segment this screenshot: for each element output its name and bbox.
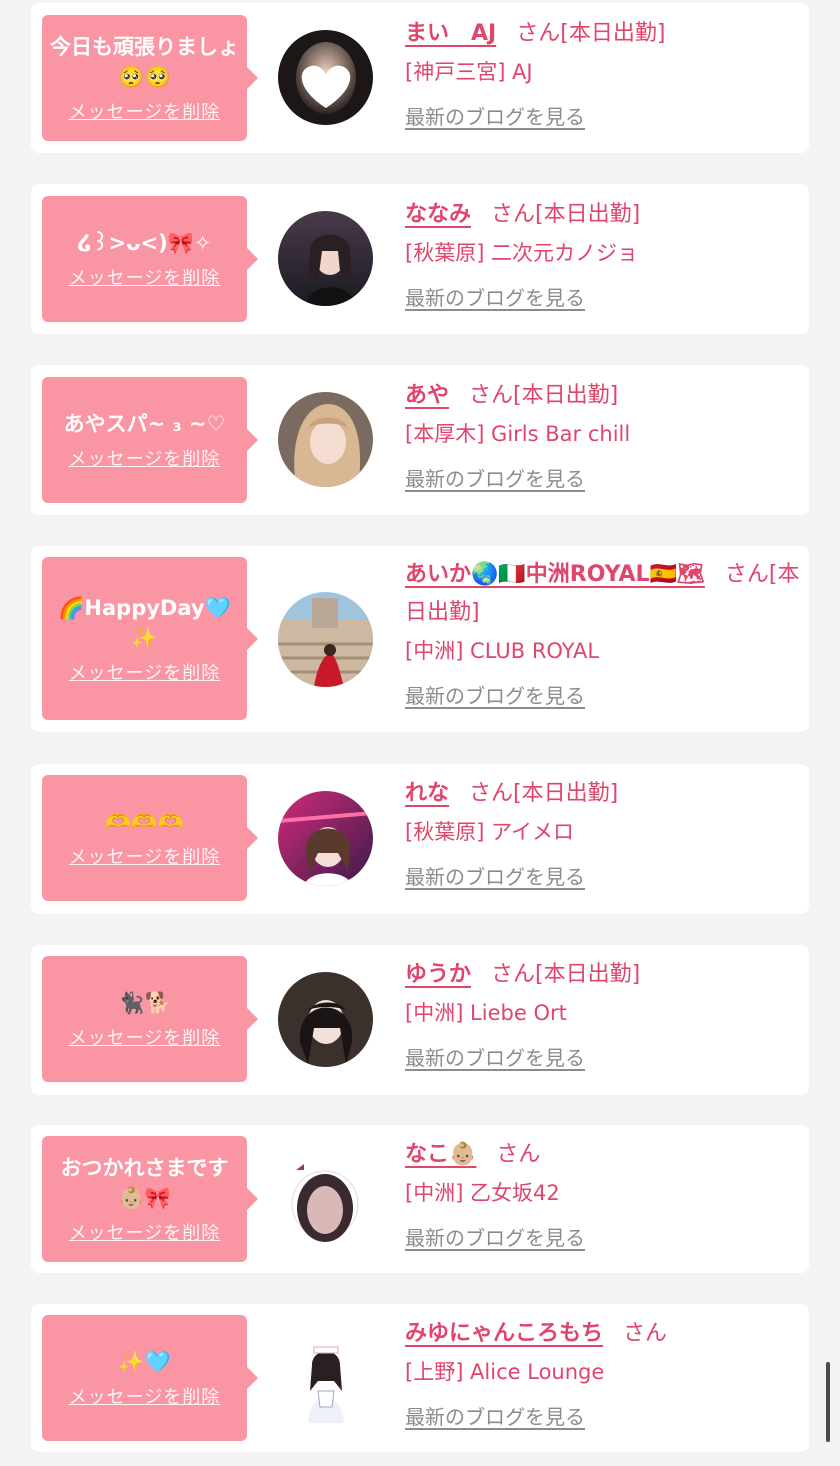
- message-bubble: あやスパ~ ₃ ~♡ メッセージを削除: [42, 377, 258, 503]
- message-bubble: 🫶🫶🫶 メッセージを削除: [42, 775, 258, 901]
- attendance-status: [本日出勤]: [535, 202, 641, 227]
- sender-info: ななみ さん[本日出勤] [秋葉原] 二次元カノジョ 最新のブログを見る: [405, 196, 800, 311]
- shop-name: [上野] Alice Lounge: [405, 1360, 605, 1384]
- honorific: さん: [724, 562, 769, 587]
- message-text: おつかれさまです👶🏼🎀: [60, 1156, 229, 1210]
- sender-name-link[interactable]: みゆにゃんころもち: [405, 1321, 603, 1346]
- message-bubble: おつかれさまです👶🏼🎀 メッセージを削除: [42, 1136, 258, 1262]
- message-card: ໒꒱>ᴗ<)🎀✧ メッセージを削除 ななみ さん[本日出勤] [秋葉原] 二次元カ…: [31, 184, 809, 334]
- message-bubble: 🐈‍⬛🐕 メッセージを削除: [42, 956, 258, 1082]
- honorific: さん: [496, 1142, 541, 1167]
- avatar[interactable]: [278, 211, 373, 306]
- sender-name-link[interactable]: ゆうか: [405, 962, 471, 987]
- sender-name-link[interactable]: あや: [405, 383, 449, 408]
- message-bubble: 🌈HappyDay🩵✨ メッセージを削除: [42, 557, 258, 720]
- shop-name: [本厚木] Girls Bar chill: [405, 422, 631, 446]
- message-bubble: ໒꒱>ᴗ<)🎀✧ メッセージを削除: [42, 196, 258, 322]
- delete-message-button[interactable]: メッセージを削除: [69, 843, 221, 869]
- sender-name-link[interactable]: れな: [405, 781, 449, 806]
- delete-message-button[interactable]: メッセージを削除: [69, 1024, 221, 1050]
- attendance-status: [本日出勤]: [535, 962, 641, 987]
- message-card: 🌈HappyDay🩵✨ メッセージを削除 あいか🌏🇮🇹中洲ROYAL🇪🇸🗺 さん […: [31, 546, 809, 732]
- delete-message-button[interactable]: メッセージを削除: [69, 264, 221, 290]
- sender-name-link[interactable]: なこ👶🏼: [405, 1142, 476, 1167]
- latest-blog-link[interactable]: 最新のブログを見る: [405, 1042, 585, 1071]
- honorific: さん: [469, 781, 514, 806]
- message-text: 🐈‍⬛🐕: [118, 991, 171, 1015]
- message-bubble: ✨🩵 メッセージを削除: [42, 1315, 258, 1441]
- latest-blog-link[interactable]: 最新のブログを見る: [405, 463, 585, 492]
- message-card: 🐈‍⬛🐕 メッセージを削除 ゆうか さん[本日出勤] [中洲] Liebe Ort…: [31, 945, 809, 1095]
- avatar[interactable]: [278, 972, 373, 1067]
- delete-message-button[interactable]: メッセージを削除: [69, 1383, 221, 1409]
- message-card: 今日も頑張りましょ🥺🥺 メッセージを削除 まい AJ さん[本日出勤] [神戸三宮…: [31, 3, 809, 153]
- sender-info: あいか🌏🇮🇹中洲ROYAL🇪🇸🗺 さん[本日出勤] [中洲] CLUB ROYAL…: [405, 556, 800, 709]
- shop-name: [秋葉原] アイメロ: [405, 820, 575, 844]
- sender-info: まい AJ さん[本日出勤] [神戸三宮] AJ 最新のブログを見る: [405, 15, 800, 130]
- avatar[interactable]: [278, 1152, 373, 1247]
- shop-name: [中洲] 乙女坂42: [405, 1181, 560, 1205]
- avatar[interactable]: [278, 392, 373, 487]
- avatar[interactable]: [278, 791, 373, 886]
- attendance-status: [本日出勤]: [513, 781, 619, 806]
- latest-blog-link[interactable]: 最新のブログを見る: [405, 680, 585, 709]
- honorific: さん: [491, 962, 536, 987]
- sender-info: あや さん[本日出勤] [本厚木] Girls Bar chill 最新のブログを…: [405, 377, 800, 492]
- message-text: 🫶🫶🫶: [105, 810, 184, 834]
- latest-blog-link[interactable]: 最新のブログを見る: [405, 1401, 585, 1430]
- message-text: 今日も頑張りましょ🥺🥺: [50, 35, 239, 89]
- delete-message-button[interactable]: メッセージを削除: [69, 1219, 221, 1245]
- message-card: 🫶🫶🫶 メッセージを削除 れな さん[本日出勤] [秋葉原] アイメロ 最新のブロ…: [31, 764, 809, 914]
- message-card: おつかれさまです👶🏼🎀 メッセージを削除 なこ👶🏼 さん [中洲] 乙女坂42 最…: [31, 1125, 809, 1273]
- message-card: ✨🩵 メッセージを削除 みゆにゃんころもち さん [上野] Alice Loung…: [31, 1304, 809, 1452]
- shop-name: [秋葉原] 二次元カノジョ: [405, 241, 639, 265]
- message-text: あやスパ~ ₃ ~♡: [63, 412, 226, 436]
- attendance-status: [本日出勤]: [560, 21, 666, 46]
- avatar[interactable]: [278, 592, 373, 687]
- sender-name-link[interactable]: ななみ: [405, 202, 471, 227]
- message-text: 🌈HappyDay🩵✨: [58, 595, 231, 650]
- shop-name: [中洲] Liebe Ort: [405, 1001, 567, 1025]
- avatar[interactable]: [278, 1331, 373, 1426]
- latest-blog-link[interactable]: 最新のブログを見る: [405, 861, 585, 890]
- message-text: ໒꒱>ᴗ<)🎀✧: [77, 231, 212, 255]
- latest-blog-link[interactable]: 最新のブログを見る: [405, 101, 585, 130]
- shop-name: [中洲] CLUB ROYAL: [405, 639, 600, 663]
- honorific: さん: [491, 202, 536, 227]
- honorific: さん: [469, 383, 514, 408]
- sender-name-link[interactable]: まい AJ: [405, 21, 496, 46]
- sender-info: ゆうか さん[本日出勤] [中洲] Liebe Ort 最新のブログを見る: [405, 956, 800, 1071]
- latest-blog-link[interactable]: 最新のブログを見る: [405, 282, 585, 311]
- honorific: さん: [623, 1321, 668, 1346]
- honorific: さん: [516, 21, 561, 46]
- latest-blog-link[interactable]: 最新のブログを見る: [405, 1222, 585, 1251]
- message-card: あやスパ~ ₃ ~♡ メッセージを削除 あや さん[本日出勤] [本厚木] Gir…: [31, 365, 809, 515]
- delete-message-button[interactable]: メッセージを削除: [69, 98, 221, 124]
- delete-message-button[interactable]: メッセージを削除: [69, 659, 221, 685]
- sender-info: れな さん[本日出勤] [秋葉原] アイメロ 最新のブログを見る: [405, 775, 800, 890]
- sender-info: みゆにゃんころもち さん [上野] Alice Lounge 最新のブログを見る: [405, 1315, 800, 1430]
- sender-info: なこ👶🏼 さん [中洲] 乙女坂42 最新のブログを見る: [405, 1136, 800, 1251]
- scrollbar-thumb[interactable]: [826, 1362, 830, 1442]
- message-text: ✨🩵: [118, 1350, 171, 1374]
- shop-name: [神戸三宮] AJ: [405, 60, 533, 84]
- delete-message-button[interactable]: メッセージを削除: [69, 445, 221, 471]
- message-bubble: 今日も頑張りましょ🥺🥺 メッセージを削除: [42, 15, 258, 141]
- sender-name-link[interactable]: あいか🌏🇮🇹中洲ROYAL🇪🇸🗺: [405, 562, 705, 587]
- avatar[interactable]: [278, 30, 373, 125]
- attendance-status: [本日出勤]: [513, 383, 619, 408]
